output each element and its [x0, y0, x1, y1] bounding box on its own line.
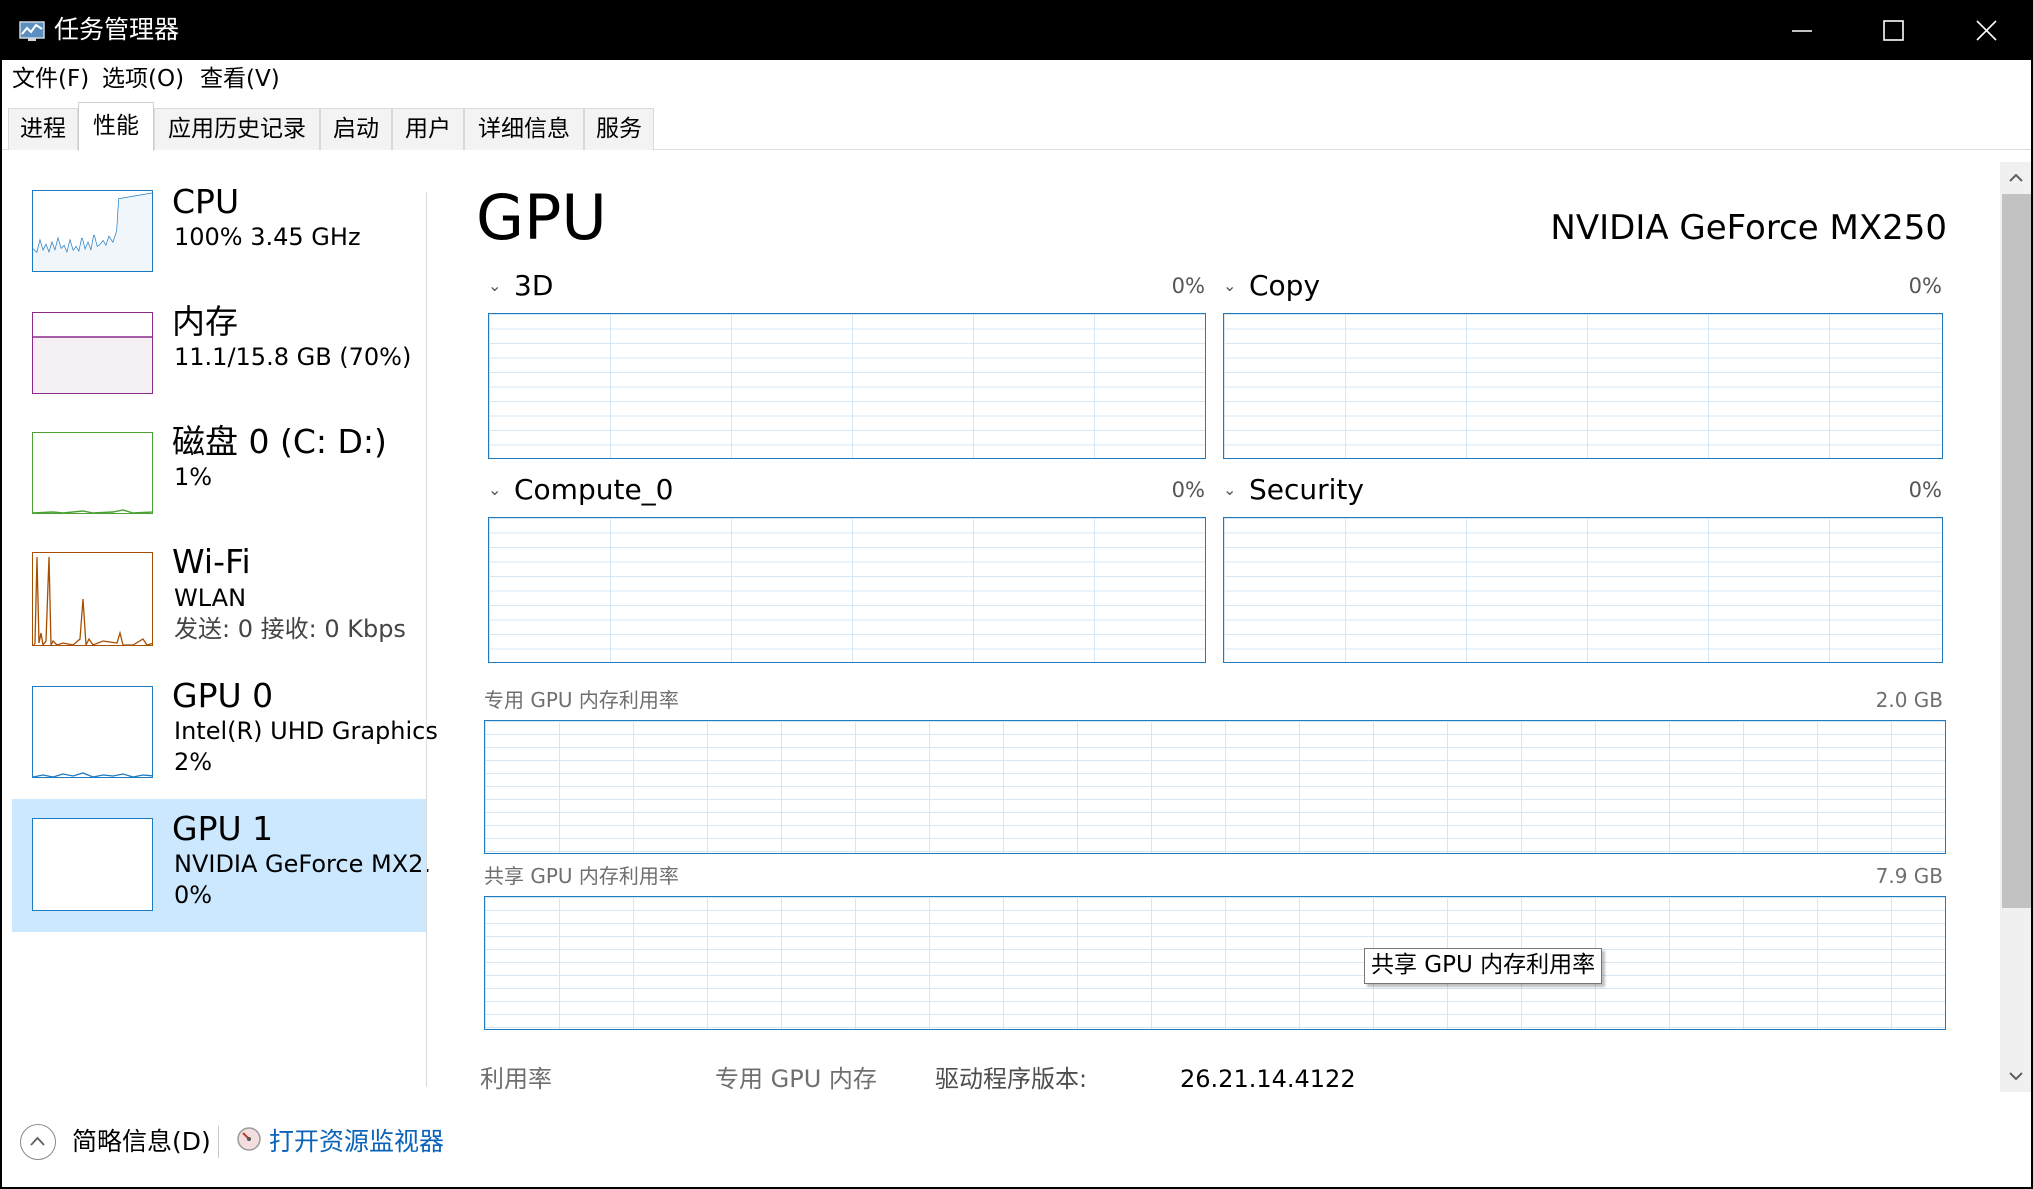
sidebar-gpu0-title: GPU 0 — [172, 676, 274, 715]
shared-memory-tooltip: 共享 GPU 内存利用率 — [1364, 948, 1603, 984]
chevron-down-icon[interactable]: ⌄ — [1223, 480, 1236, 499]
sidebar-gpu1-title: GPU 1 — [172, 809, 274, 848]
dedicated-memory-label: 专用 GPU 内存利用率 — [484, 688, 679, 712]
tab-services[interactable]: 服务 — [584, 108, 654, 150]
dedicated-memory-graph — [484, 720, 1946, 854]
sidebar-wifi-adapter: WLAN — [174, 584, 247, 612]
sidebar-wifi-title: Wi-Fi — [172, 542, 251, 581]
engine-graph-3d — [488, 313, 1206, 459]
wifi-thumbnail-graph — [32, 552, 153, 646]
scrollbar-thumb[interactable] — [2002, 194, 2031, 908]
task-manager-icon — [19, 21, 45, 41]
engine-value-security: 0% — [1908, 478, 1942, 502]
sidebar-disk-detail: 1% — [174, 463, 213, 491]
sidebar-gpu1-model: NVIDIA GeForce MX2. — [174, 850, 432, 878]
close-button[interactable] — [1940, 2, 2031, 60]
chevron-up-icon — [30, 1136, 45, 1146]
sidebar-item-gpu1[interactable]: GPU 1 NVIDIA GeForce MX2. 0% — [12, 799, 431, 932]
dedicated-memory-capacity: 2.0 GB — [1875, 688, 1943, 712]
scroll-up-icon[interactable] — [2006, 168, 2026, 188]
engine-graph-security — [1223, 517, 1943, 663]
sidebar-memory-detail: 11.1/15.8 GB (70%) — [174, 343, 412, 371]
menu-view[interactable]: 查看(V) — [200, 64, 280, 94]
engine-label-security[interactable]: Security — [1249, 473, 1364, 507]
maximize-button[interactable] — [1848, 2, 1940, 60]
gpu1-thumbnail-graph — [32, 818, 153, 911]
tab-app-history[interactable]: 应用历史记录 — [154, 108, 320, 150]
engine-value-3d: 0% — [1171, 274, 1205, 298]
scroll-down-icon[interactable] — [2006, 1066, 2026, 1086]
tab-users[interactable]: 用户 — [392, 108, 464, 150]
sidebar-gpu1-usage: 0% — [174, 881, 213, 909]
resource-monitor-icon — [237, 1127, 261, 1151]
minimize-icon — [1792, 30, 1812, 32]
gpu0-thumbnail-graph — [32, 686, 153, 778]
sidebar-item-wifi[interactable]: Wi-Fi WLAN 发送: 0 接收: 0 Kbps — [12, 542, 427, 670]
window-title: 任务管理器 — [54, 15, 180, 44]
sidebar-item-cpu[interactable]: CPU 100% 3.45 GHz — [12, 182, 427, 310]
gpu-device-name: NVIDIA GeForce MX250 — [1550, 208, 1947, 248]
task-manager-window: 任务管理器 文件(F) 选项(O) 查看(V) 进程 性能 应用历史记录 启动 … — [0, 0, 2033, 1189]
collapse-button[interactable] — [20, 1124, 56, 1160]
engine-label-copy[interactable]: Copy — [1249, 269, 1320, 303]
sidebar-gpu0-model: Intel(R) UHD Graphics — [174, 717, 438, 745]
menu-options[interactable]: 选项(O) — [102, 64, 184, 94]
sidebar-item-disk[interactable]: 磁盘 0 (C: D:) 1% — [12, 422, 427, 550]
sidebar-cpu-detail: 100% 3.45 GHz — [174, 223, 361, 251]
driver-version-value: 26.21.14.4122 — [1180, 1065, 1356, 1093]
sidebar-cpu-title: CPU — [172, 182, 240, 221]
chevron-down-icon[interactable]: ⌄ — [1223, 276, 1236, 295]
disk-thumbnail-graph — [32, 432, 153, 514]
sidebar-gpu0-usage: 2% — [174, 748, 213, 776]
sidebar-memory-title: 内存 — [172, 302, 238, 341]
sidebar-divider — [426, 192, 427, 1087]
tab-details[interactable]: 详细信息 — [464, 108, 584, 150]
tab-processes[interactable]: 进程 — [8, 108, 78, 150]
menu-file[interactable]: 文件(F) — [12, 64, 89, 94]
memory-thumbnail-graph — [32, 312, 153, 394]
page-title: GPU — [476, 181, 607, 254]
engine-graph-compute0 — [488, 517, 1206, 663]
engine-label-3d[interactable]: 3D — [514, 269, 553, 303]
sidebar-item-memory[interactable]: 内存 11.1/15.8 GB (70%) — [12, 302, 427, 430]
title-bar: 任务管理器 — [2, 2, 2031, 60]
open-resource-monitor-link[interactable]: 打开资源监视器 — [269, 1126, 444, 1158]
footer-separator — [218, 1126, 219, 1158]
minimize-button[interactable] — [1756, 2, 1848, 60]
tab-startup[interactable]: 启动 — [320, 108, 392, 150]
maximize-icon — [1883, 20, 1904, 41]
sidebar-disk-title: 磁盘 0 (C: D:) — [172, 422, 387, 461]
tab-bar: 进程 性能 应用历史记录 启动 用户 详细信息 服务 — [2, 102, 2031, 151]
engine-value-compute0: 0% — [1171, 478, 1205, 502]
cpu-thumbnail-graph — [32, 190, 153, 272]
shared-memory-capacity: 7.9 GB — [1875, 864, 1943, 888]
shared-memory-label: 共享 GPU 内存利用率 — [484, 864, 679, 888]
tab-performance[interactable]: 性能 — [78, 102, 154, 151]
bottom-divider — [2, 1100, 2031, 1101]
utilization-label: 利用率 — [480, 1065, 552, 1093]
dedicated-gpu-memory-label: 专用 GPU 内存 — [715, 1065, 877, 1093]
sidebar-wifi-throughput: 发送: 0 接收: 0 Kbps — [174, 615, 406, 643]
driver-version-label: 驱动程序版本: — [935, 1065, 1088, 1093]
engine-value-copy: 0% — [1908, 274, 1942, 298]
chevron-down-icon[interactable]: ⌄ — [488, 276, 501, 295]
close-icon — [1976, 20, 1997, 41]
chevron-down-icon[interactable]: ⌄ — [488, 480, 501, 499]
menu-bar: 文件(F) 选项(O) 查看(V) — [2, 60, 2031, 98]
shared-memory-graph — [484, 896, 1946, 1030]
fewer-details-button[interactable]: 简略信息(D) — [72, 1126, 211, 1158]
engine-label-compute0[interactable]: Compute_0 — [514, 473, 674, 507]
engine-graph-copy — [1223, 313, 1943, 459]
sidebar-item-gpu0[interactable]: GPU 0 Intel(R) UHD Graphics 2% — [12, 676, 438, 804]
